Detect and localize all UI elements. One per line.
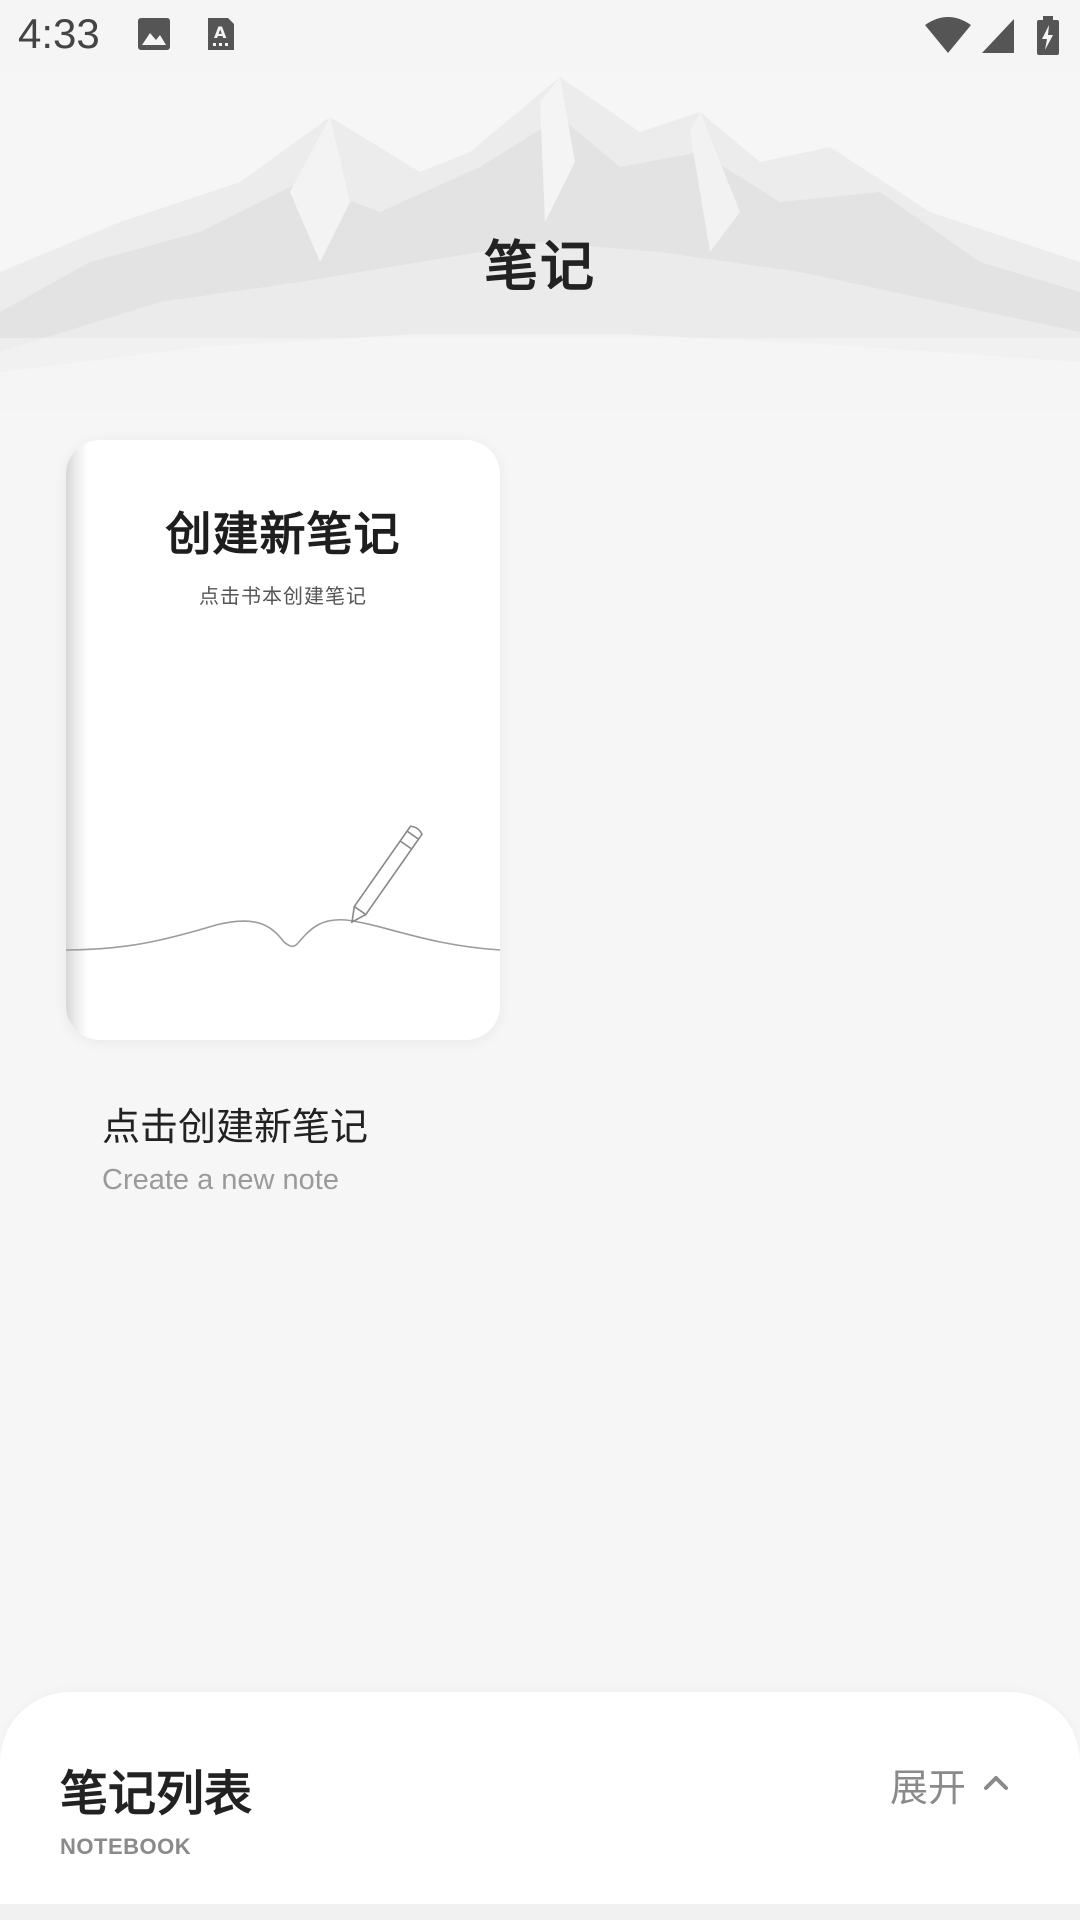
battery-charging-icon — [1036, 16, 1060, 60]
status-time: 4:33 — [18, 10, 100, 57]
wifi-icon — [924, 16, 972, 58]
a-keyboard-icon: A — [206, 16, 236, 56]
notebook-list-sheet[interactable]: 笔记列表 NOTEBOOK 展开 — [0, 1692, 1080, 1920]
status-bar: 4:33 A — [0, 0, 1080, 72]
chevron-up-icon — [982, 1772, 1010, 1796]
create-note-sublabel: Create a new note — [102, 1164, 339, 1196]
page-title: 笔记 — [484, 235, 596, 298]
create-note-card[interactable]: 创建新笔记 点击书本创建笔记 — [66, 440, 500, 1040]
sheet-title: 笔记列表 — [60, 1766, 253, 1822]
image-icon — [136, 16, 172, 56]
expand-button[interactable]: 展开 — [890, 1754, 1010, 1814]
pencil-writing-icon — [66, 825, 500, 951]
svg-text:A: A — [214, 23, 227, 42]
navigation-bar-strip — [0, 1904, 1080, 1920]
cell-signal-icon — [980, 16, 1016, 58]
card-title: 创建新笔记 — [165, 507, 401, 561]
sheet-subtitle: NOTEBOOK — [60, 1834, 192, 1859]
create-note-label[interactable]: 点击创建新笔记 — [102, 1096, 368, 1151]
expand-label: 展开 — [889, 1765, 966, 1810]
card-subtitle: 点击书本创建笔记 — [199, 584, 367, 608]
